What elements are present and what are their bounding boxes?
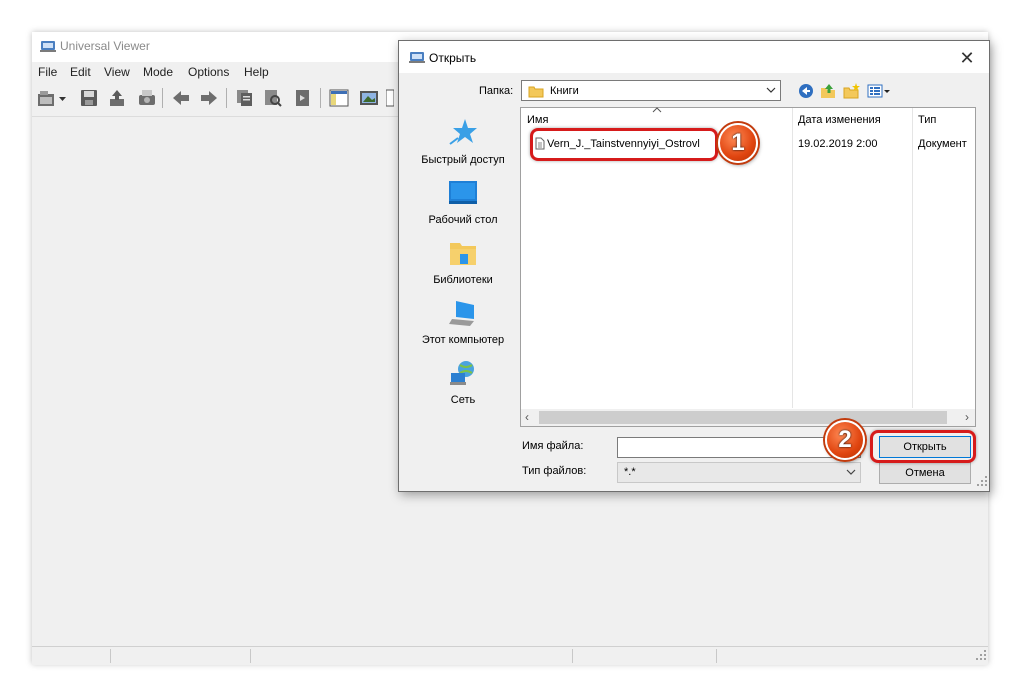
menu-options[interactable]: Options — [188, 65, 229, 79]
toolbar-separator — [226, 88, 227, 108]
file-type-value: *.* — [624, 466, 636, 478]
status-separator — [716, 649, 717, 663]
scroll-right-icon[interactable]: › — [965, 410, 969, 424]
menu-view[interactable]: View — [104, 65, 130, 79]
statusbar — [32, 646, 988, 665]
step-badge-1: 1 — [718, 123, 758, 163]
place-quick-access[interactable]: Быстрый доступ — [407, 117, 519, 166]
dialog-titlebar: Открыть ✕ — [399, 41, 989, 73]
column-divider[interactable] — [792, 108, 793, 408]
file-type-select[interactable]: *.* — [617, 462, 861, 483]
scroll-left-icon[interactable]: ‹ — [525, 410, 529, 424]
computer-icon — [407, 299, 519, 330]
resize-grip-icon[interactable] — [976, 649, 986, 663]
place-this-pc[interactable]: Этот компьютер — [407, 299, 519, 346]
menu-help[interactable]: Help — [244, 65, 269, 79]
export-icon[interactable] — [292, 87, 314, 109]
status-separator — [110, 649, 111, 663]
place-network[interactable]: Сеть — [407, 359, 519, 406]
dialog-title: Открыть — [429, 51, 477, 65]
look-in-label: Папка: — [479, 85, 514, 97]
status-separator — [572, 649, 573, 663]
find-icon[interactable] — [262, 87, 284, 109]
open-dropdown-icon[interactable] — [58, 87, 68, 109]
place-label: Этот компьютер — [421, 334, 505, 346]
network-icon — [407, 359, 519, 390]
cancel-button[interactable]: Отмена — [879, 462, 971, 484]
menu-edit[interactable]: Edit — [70, 65, 91, 79]
star-icon — [407, 117, 519, 150]
column-divider[interactable] — [912, 108, 913, 408]
prev-icon[interactable] — [170, 87, 192, 109]
open-icon[interactable] — [36, 87, 58, 109]
folder-icon — [528, 84, 544, 101]
view-menu-icon[interactable] — [867, 82, 891, 100]
reload-icon[interactable] — [106, 87, 128, 109]
back-icon[interactable] — [797, 82, 815, 100]
file-name-label: Имя файла: — [522, 440, 584, 452]
status-separator — [250, 649, 251, 663]
horizontal-scrollbar[interactable]: ‹ › — [521, 409, 975, 426]
step-badge-2: 2 — [825, 420, 865, 460]
libraries-icon — [407, 239, 519, 270]
file-date: 19.02.2019 2:00 — [798, 138, 878, 150]
look-in-dropdown[interactable]: Книги — [521, 80, 781, 101]
chevron-down-icon — [766, 83, 776, 100]
next-icon[interactable] — [198, 87, 220, 109]
place-libraries[interactable]: Библиотеки — [407, 239, 519, 286]
app-icon — [40, 39, 56, 56]
menu-mode[interactable]: Mode — [143, 65, 173, 79]
look-in-value: Книги — [550, 85, 579, 97]
toolbar-separator — [162, 88, 163, 108]
place-label: Рабочий стол — [428, 214, 498, 226]
toolbar-separator — [320, 88, 321, 108]
place-label: Быстрый доступ — [421, 154, 505, 166]
desktop-icon — [407, 179, 519, 210]
app-icon — [409, 50, 425, 67]
chevron-down-icon — [846, 466, 856, 481]
place-label: Библиотеки — [433, 274, 493, 286]
new-folder-icon[interactable] — [843, 82, 861, 100]
fullscreen-icon[interactable] — [385, 87, 395, 109]
resize-grip-icon[interactable] — [977, 475, 987, 489]
print-icon[interactable] — [136, 87, 158, 109]
save-icon[interactable] — [78, 87, 100, 109]
up-icon[interactable] — [819, 82, 837, 100]
place-desktop[interactable]: Рабочий стол — [407, 179, 519, 226]
column-header-name[interactable]: Имя — [527, 114, 548, 126]
open-dialog: Открыть ✕ Папка: Книги Быстрый доступ Ра… — [398, 40, 990, 492]
close-icon[interactable]: ✕ — [953, 47, 981, 69]
sort-ascending-icon — [651, 106, 663, 117]
panel-icon[interactable] — [328, 87, 350, 109]
file-type-label: Тип файлов: — [522, 465, 587, 477]
app-title: Universal Viewer — [60, 39, 150, 53]
copy-icon[interactable] — [234, 87, 256, 109]
file-highlight — [530, 128, 718, 161]
scrollbar-thumb[interactable] — [539, 411, 947, 424]
places-bar: Быстрый доступ Рабочий стол Библиотеки Э… — [407, 107, 519, 477]
place-label: Сеть — [450, 394, 476, 406]
column-header-date[interactable]: Дата изменения — [798, 114, 881, 126]
column-header-type[interactable]: Тип — [918, 114, 936, 126]
image-icon[interactable] — [358, 87, 380, 109]
file-type: Документ — [918, 138, 967, 150]
open-button-highlight — [870, 430, 976, 463]
menu-file[interactable]: File — [38, 65, 57, 79]
